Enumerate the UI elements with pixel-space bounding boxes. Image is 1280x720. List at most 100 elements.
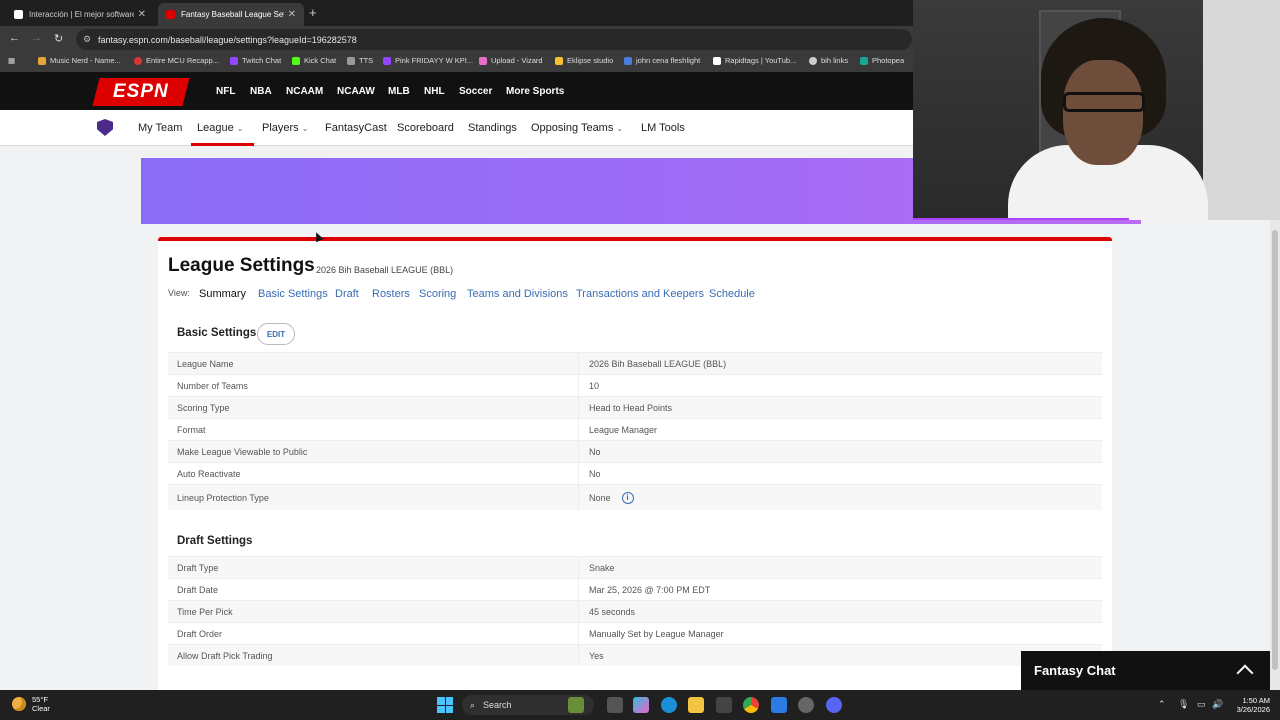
clock-date: 3/26/2026 xyxy=(1236,705,1270,714)
obs-icon[interactable] xyxy=(798,697,814,713)
tab-favicon-icon xyxy=(14,10,23,19)
basic-settings-heading: Basic Settings xyxy=(177,327,257,339)
bookmark-item[interactable]: Entire MCU Recapp... xyxy=(134,56,219,65)
system-clock[interactable]: 1:50 AM 3/26/2026 xyxy=(1228,696,1270,714)
bookmark-item[interactable]: Eklipse studio xyxy=(555,56,613,65)
moon-weather-icon xyxy=(12,697,26,711)
view-schedule[interactable]: Schedule xyxy=(709,288,755,300)
discord-icon[interactable] xyxy=(826,697,842,713)
view-basic-settings[interactable]: Basic Settings xyxy=(258,288,328,300)
network-icon[interactable]: ▭ xyxy=(1197,699,1206,710)
view-scoring[interactable]: Scoring xyxy=(419,288,456,300)
chevron-up-icon[interactable] xyxy=(1236,664,1254,682)
subnav-scoreboard[interactable]: Scoreboard xyxy=(397,122,454,134)
forward-arrow-icon[interactable]: → xyxy=(31,32,42,44)
espn-logo[interactable]: ESPN xyxy=(92,78,190,106)
site-settings-icon[interactable]: ⚙ xyxy=(83,34,91,45)
fantasy-chat-widget[interactable]: Fantasy Chat xyxy=(1021,651,1270,690)
search-highlight-icon xyxy=(568,697,584,713)
nav-ncaam[interactable]: NCAAM xyxy=(286,86,323,97)
chrome-icon[interactable] xyxy=(743,697,759,713)
view-summary[interactable]: Summary xyxy=(199,288,246,300)
league-shield-icon[interactable] xyxy=(97,119,113,136)
scrollbar-thumb[interactable] xyxy=(1272,230,1278,670)
table-row: Scoring Type Head to Head Points xyxy=(168,396,1102,418)
twitch-icon xyxy=(383,56,391,65)
file-explorer-icon[interactable] xyxy=(688,697,704,713)
close-tab-icon[interactable]: ✕ xyxy=(288,9,296,20)
bookmark-item[interactable]: Twitch Chat xyxy=(230,56,281,65)
subnav-players[interactable]: Players ⌄ xyxy=(262,122,308,134)
webcam-led-strip xyxy=(913,218,1129,220)
weather-widget[interactable]: 55°F Clear xyxy=(12,695,50,713)
bookmark-icon xyxy=(38,56,46,65)
info-icon[interactable]: i xyxy=(621,491,634,504)
globe-icon xyxy=(809,56,817,65)
nav-soccer[interactable]: Soccer xyxy=(459,86,492,97)
page-title: League Settings xyxy=(168,255,315,276)
table-row: Lineup Protection Type None i xyxy=(168,484,1102,510)
tts-icon xyxy=(347,56,355,65)
bookmark-item[interactable]: john cena fleshlight xyxy=(624,56,700,65)
edit-button[interactable]: EDIT xyxy=(257,323,295,345)
nav-ncaaw[interactable]: NCAAW xyxy=(337,86,375,97)
notepad-icon[interactable] xyxy=(771,697,787,713)
espn-favicon-icon xyxy=(166,10,175,19)
nav-nfl[interactable]: NFL xyxy=(216,86,235,97)
table-row: Draft Type Snake xyxy=(168,556,1102,578)
subnav-standings[interactable]: Standings xyxy=(468,122,517,134)
bookmark-item[interactable]: TTS xyxy=(347,56,373,65)
table-row: Number of Teams 10 xyxy=(168,374,1102,396)
volume-icon[interactable]: 🔊 xyxy=(1212,699,1223,710)
weather-condition: Clear xyxy=(32,704,50,713)
bookmark-item[interactable]: Kick Chat xyxy=(292,56,336,65)
bookmark-item[interactable]: Upload - Vizard xyxy=(479,56,543,65)
view-transactions-and-keepers[interactable]: Transactions and Keepers xyxy=(576,288,704,300)
table-row: Time Per Pick 45 seconds xyxy=(168,600,1102,622)
nav-nba[interactable]: NBA xyxy=(250,86,272,97)
view-teams-and-divisions[interactable]: Teams and Divisions xyxy=(467,288,568,300)
webcam-person-face xyxy=(1063,60,1143,165)
nav-mlb[interactable]: MLB xyxy=(388,86,410,97)
photopea-icon xyxy=(860,56,868,65)
subnav-my-team[interactable]: My Team xyxy=(138,122,182,134)
view-rosters[interactable]: Rosters xyxy=(372,288,410,300)
nav-nhl[interactable]: NHL xyxy=(424,86,445,97)
reload-icon[interactable]: ↻ xyxy=(54,32,63,45)
table-row: Format League Manager xyxy=(168,418,1102,440)
webcam-person-glasses xyxy=(1063,92,1145,112)
windows-taskbar: 55°F Clear ⌕ Search ⌃ 🎙 ▭ 🔊 1:50 AM 3/26/20… xyxy=(0,690,1280,720)
chevron-down-icon: ⌄ xyxy=(301,124,309,133)
close-tab-icon[interactable]: ✕ xyxy=(138,9,146,20)
subnav-lm-tools[interactable]: LM Tools xyxy=(641,122,685,134)
subnav-league[interactable]: League ⌄ xyxy=(197,122,243,134)
tray-overflow-icon[interactable]: ⌃ xyxy=(1158,699,1166,710)
url-input[interactable]: ⚙ fantasy.espn.com/baseball/league/setti… xyxy=(76,29,912,50)
table-row: Draft Order Manually Set by League Manage… xyxy=(168,622,1102,644)
tab-title: Interacción | El mejor software d xyxy=(29,10,134,19)
task-view-icon[interactable] xyxy=(607,697,623,713)
bookmark-item[interactable]: Music Nerd - Name... xyxy=(38,56,121,65)
subnav-fantasycast[interactable]: FantasyCast xyxy=(325,122,387,134)
windows-start-icon[interactable] xyxy=(437,697,453,713)
edge-icon[interactable] xyxy=(661,697,677,713)
subnav-opposing-teams[interactable]: Opposing Teams ⌄ xyxy=(531,122,623,134)
bookmark-item[interactable]: Pink FRIDAYY W KPI... xyxy=(383,56,473,65)
back-arrow-icon[interactable]: ← xyxy=(9,32,20,44)
table-row: Draft Date Mar 25, 2026 @ 7:00 PM EDT xyxy=(168,578,1102,600)
tab-fantasy-baseball[interactable]: Fantasy Baseball League Settin ✕ xyxy=(158,3,304,26)
bookmark-item[interactable]: Photopea xyxy=(860,56,904,65)
table-row: League Name 2026 Bih Baseball LEAGUE (BBL… xyxy=(168,352,1102,374)
chevron-down-icon: ⌄ xyxy=(236,124,244,133)
nav-more-sports[interactable]: More Sports xyxy=(506,86,564,97)
view-draft[interactable]: Draft xyxy=(335,288,359,300)
apps-grid-icon[interactable]: ▦ xyxy=(8,56,15,65)
store-icon[interactable] xyxy=(716,697,732,713)
tab-interaccion[interactable]: Interacción | El mejor software d ✕ xyxy=(6,3,154,26)
clock-time: 1:50 AM xyxy=(1242,696,1270,705)
copilot-icon[interactable] xyxy=(633,697,649,713)
new-tab-button[interactable]: + xyxy=(309,5,317,20)
microphone-icon[interactable]: 🎙 xyxy=(1178,699,1189,710)
bookmark-item[interactable]: bih links xyxy=(809,56,848,65)
bookmark-item[interactable]: Rapidtags | YouTub... xyxy=(713,56,796,65)
